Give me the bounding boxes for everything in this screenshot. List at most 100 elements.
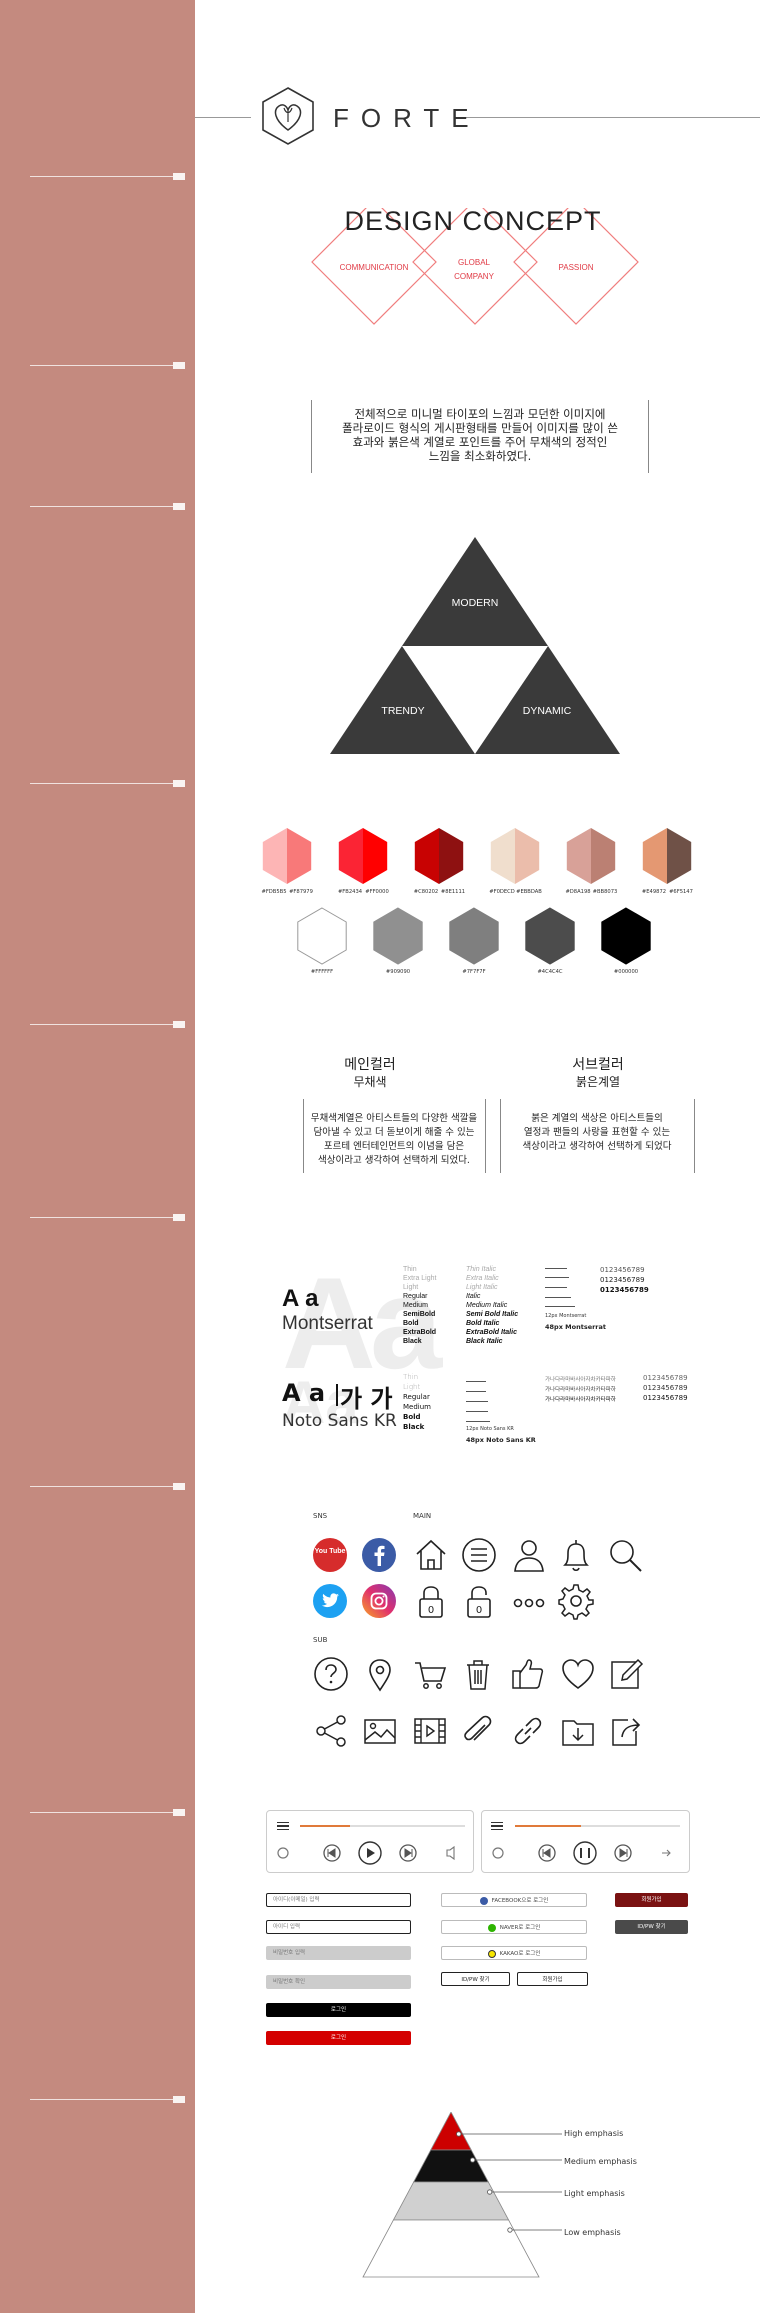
color-swatch[interactable]: [449, 907, 499, 965]
type-sample-line: [466, 1411, 488, 1412]
gear-icon[interactable]: [557, 1582, 595, 1620]
color-swatch-split[interactable]: [411, 828, 467, 884]
menu-icon[interactable]: [460, 1536, 498, 1574]
help-icon[interactable]: [313, 1656, 349, 1692]
font-weight-sample: Italic: [466, 1293, 481, 1300]
signup-button-dark-red[interactable]: 회원가입: [615, 1893, 688, 1907]
color-swatch-split[interactable]: [335, 828, 391, 884]
color-swatch-primary: [490, 828, 515, 884]
color-swatch-secondary: [515, 828, 540, 884]
unlock-icon[interactable]: 0: [460, 1582, 498, 1620]
color-code-label: #4C4C4C: [537, 969, 562, 975]
sidebar-section-typography[interactable]: TYPOGRAPHY: [644, 1192, 750, 1209]
pyramid-marker: [507, 2227, 513, 2233]
twitter-icon[interactable]: [313, 1584, 347, 1618]
color-code-label: #909090: [386, 969, 410, 975]
font-weight-sample: ExtraBold: [403, 1329, 437, 1336]
password-confirm-field[interactable]: 비밀번호 확인: [266, 1975, 411, 1989]
attachment-icon[interactable]: [460, 1713, 496, 1749]
noto-numbers-3: 0123456789: [643, 1394, 688, 1402]
color-swatch-split[interactable]: [563, 828, 619, 884]
color-swatch[interactable]: [601, 907, 651, 965]
color-swatch-split[interactable]: [639, 828, 695, 884]
video-icon[interactable]: [412, 1713, 448, 1749]
sub-line: 붉은 계열의 색상은 아티스트들의: [531, 1113, 663, 1124]
naver-login-button[interactable]: NAVER로 로그인: [441, 1920, 587, 1934]
montserrat-italics: Thin Italic Extra Italic Light Italic Itali…: [466, 1265, 518, 1346]
progress-track[interactable]: [515, 1825, 680, 1827]
player-controls-playing: [492, 1841, 671, 1865]
edit-icon[interactable]: [608, 1656, 644, 1692]
location-icon[interactable]: [362, 1656, 398, 1692]
sidebar-section-button-input[interactable]: BUTTON & INPUT: [622, 1785, 750, 1802]
color-swatch[interactable]: [373, 907, 423, 965]
sub-bar-left: [500, 1099, 501, 1173]
color-swatch-split[interactable]: [259, 828, 315, 884]
icons-sns-label: SNS: [313, 1512, 328, 1520]
pyramid-band: [392, 2181, 510, 2221]
color-swatch-split[interactable]: [487, 828, 543, 884]
sidebar-section-icons[interactable]: ICONS: [701, 1459, 750, 1476]
signup-button[interactable]: 회원가입: [517, 1972, 588, 1986]
color-swatch-primary: [642, 828, 667, 884]
sidebar-section-button-importance[interactable]: BUTTON IMPORTANCE: [582, 2072, 750, 2089]
header-line-left: [195, 117, 251, 118]
youtube-icon[interactable]: You Tube: [313, 1538, 347, 1572]
keyword-modern: MODERN: [451, 597, 499, 609]
sidebar-section-keyword[interactable]: KEYWORD: [671, 479, 750, 496]
sidebar-section-design-direction[interactable]: DESIGN DIRECTION: [603, 341, 750, 358]
noto-numbers-2: 0123456789: [643, 1384, 688, 1392]
facebook-login-button[interactable]: FACEBOOK으로 로그인: [441, 1893, 587, 1907]
color-swatch[interactable]: [525, 907, 575, 965]
sidebar: [0, 0, 195, 2313]
more-icon[interactable]: [510, 1582, 548, 1620]
user-icon[interactable]: [510, 1536, 548, 1574]
concept-item-global: GLOBAL COMPANY: [454, 258, 494, 281]
login-button-black[interactable]: 로그인: [266, 2003, 411, 2017]
progress-track[interactable]: [300, 1825, 465, 1827]
svg-text:0: 0: [428, 1605, 434, 1616]
export-icon[interactable]: [608, 1713, 644, 1749]
pyramid-band: [412, 2149, 489, 2183]
find-idpw-button-gray[interactable]: ID/PW 찾기: [615, 1920, 688, 1934]
login-button-red[interactable]: 로그인: [266, 2031, 411, 2045]
noto-size-12: 12px Noto Sans KR: [466, 1426, 514, 1432]
find-idpw-button[interactable]: ID/PW 찾기: [441, 1972, 510, 1986]
sidebar-section-color-description[interactable]: COLOR DESCRIPTION: [587, 998, 750, 1015]
kakao-login-button[interactable]: KAKAO로 로그인: [441, 1946, 587, 1960]
color-swatch-secondary: [287, 828, 312, 884]
font-weight-sample: Extra Italic: [466, 1275, 499, 1282]
heart-icon[interactable]: [560, 1656, 596, 1692]
search-icon[interactable]: [606, 1536, 644, 1574]
main-color-title: 메인컬러: [344, 1057, 396, 1073]
bell-icon[interactable]: [557, 1536, 595, 1574]
facebook-icon[interactable]: [362, 1538, 396, 1572]
id-field[interactable]: 아이디 입력: [266, 1920, 411, 1934]
password-field[interactable]: 비밀번호 입력: [266, 1946, 411, 1960]
download-folder-icon[interactable]: [560, 1713, 596, 1749]
home-icon[interactable]: [412, 1536, 450, 1574]
type-sample-line: [466, 1401, 488, 1402]
sub-bar-right: [694, 1099, 695, 1173]
email-field[interactable]: 아이디(이메일) 입력: [266, 1893, 411, 1907]
font-weight-sample: Black Italic: [466, 1338, 503, 1345]
cart-icon[interactable]: [412, 1656, 448, 1692]
instagram-icon[interactable]: [362, 1584, 396, 1618]
font-weight-sample: Bold Italic: [466, 1320, 500, 1327]
lock-icon[interactable]: 0: [412, 1582, 450, 1620]
player-menu-icon[interactable]: [277, 1822, 289, 1830]
image-icon[interactable]: [362, 1713, 398, 1749]
share-icon[interactable]: [313, 1713, 349, 1749]
thumbs-up-icon[interactable]: [510, 1656, 546, 1692]
color-swatch-secondary: [439, 828, 464, 884]
sidebar-section-design-concept[interactable]: DESIGN CONCEPT: [612, 149, 750, 166]
sidebar-section-color-palette[interactable]: COLOR PALETTE: [624, 757, 750, 774]
color-code-label: #F0DECD: [489, 889, 515, 895]
trash-icon[interactable]: [460, 1656, 496, 1692]
player-menu-icon[interactable]: [491, 1822, 503, 1830]
font-weight-sample: Medium Italic: [466, 1302, 508, 1309]
link-icon[interactable]: [510, 1713, 546, 1749]
color-swatch[interactable]: [297, 907, 347, 965]
type-sample-line: [545, 1277, 569, 1278]
color-code-label: #FDB5B5: [261, 889, 286, 895]
